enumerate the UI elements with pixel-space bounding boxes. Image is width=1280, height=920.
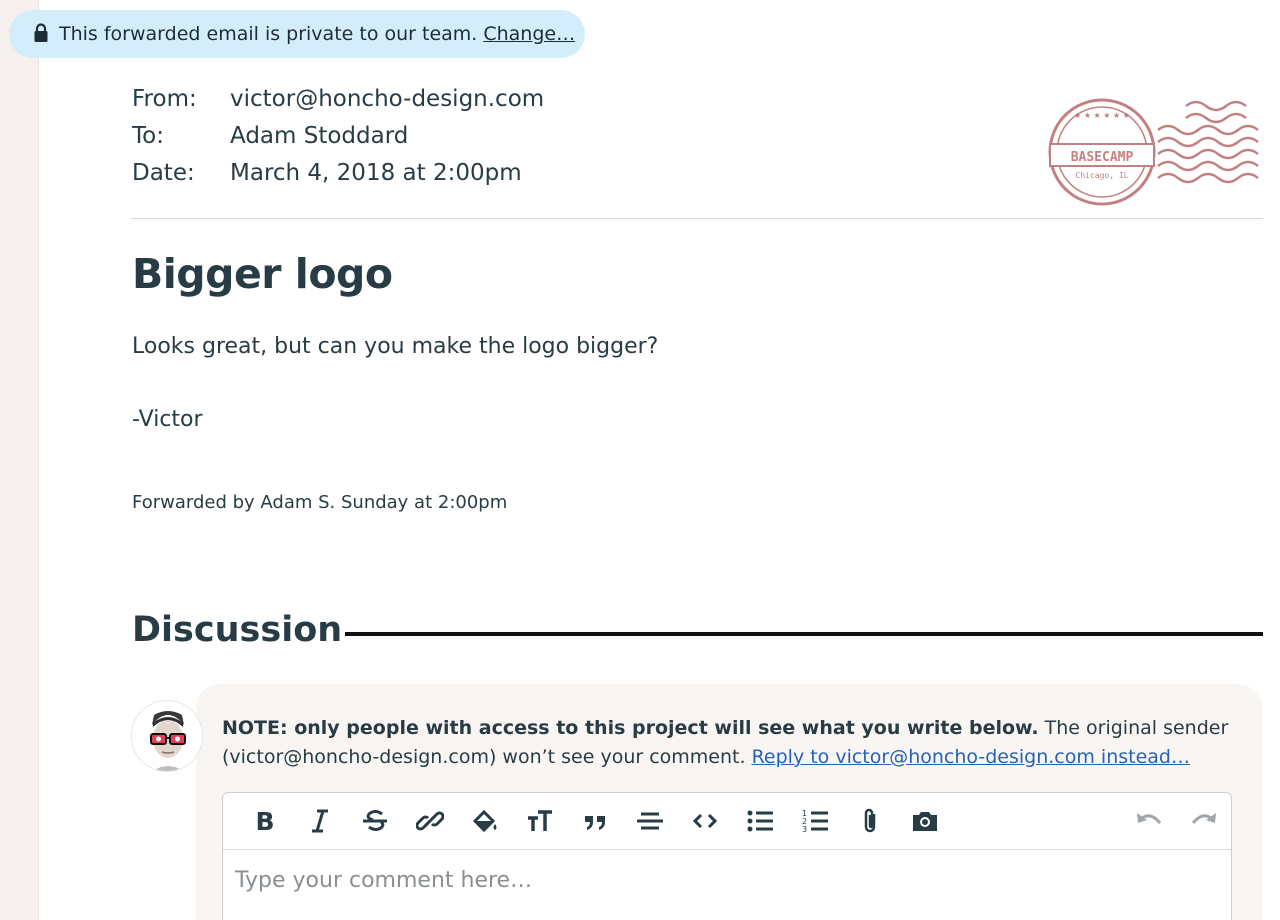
date-row: Date: March 4, 2018 at 2:00pm xyxy=(132,154,544,191)
italic-button[interactable] xyxy=(292,801,347,841)
stamp-city: Chicago, IL xyxy=(1076,171,1129,180)
to-row: To: Adam Stoddard xyxy=(132,117,544,154)
message-title: Bigger logo xyxy=(132,250,393,298)
lock-icon xyxy=(34,23,48,42)
comment-editor: B 123 xyxy=(222,792,1232,920)
quote-icon xyxy=(584,816,605,830)
message-body: Looks great, but can you make the logo b… xyxy=(132,334,659,359)
redo-button[interactable] xyxy=(1176,801,1231,841)
link-button[interactable] xyxy=(402,801,457,841)
privacy-note: NOTE: only people with access to this pr… xyxy=(222,714,1232,772)
date-label: Date: xyxy=(132,159,195,186)
comment-input[interactable] xyxy=(223,850,1231,911)
avatar[interactable] xyxy=(131,700,203,772)
message-signature: -Victor xyxy=(132,407,203,432)
from-row: From: victor@honcho-design.com xyxy=(132,80,544,117)
code-icon xyxy=(692,813,717,829)
privacy-text: This forwarded email is private to our t… xyxy=(59,23,478,45)
discussion-heading: Discussion xyxy=(132,610,343,650)
text-size-icon xyxy=(527,810,552,831)
strikethrough-button[interactable] xyxy=(347,801,402,841)
divider-button[interactable] xyxy=(622,801,677,841)
divider-icon xyxy=(636,812,663,830)
link-icon xyxy=(415,811,444,831)
code-button[interactable] xyxy=(677,801,732,841)
paint-bucket-icon xyxy=(472,809,496,833)
svg-text:★ ★ ★ ★ ★ ★: ★ ★ ★ ★ ★ ★ xyxy=(1074,111,1130,120)
header-divider xyxy=(131,218,1263,219)
bulleted-list-icon xyxy=(747,810,773,832)
attach-file-button[interactable] xyxy=(842,801,897,841)
bulleted-list-button[interactable] xyxy=(732,801,787,841)
camera-icon xyxy=(912,812,937,831)
undo-button[interactable] xyxy=(1121,801,1176,841)
reply-to-sender-link[interactable]: Reply to victor@honcho-design.com instea… xyxy=(752,746,1190,768)
color-button[interactable] xyxy=(457,801,512,841)
to-value: Adam Stoddard xyxy=(230,122,409,149)
from-label: From: xyxy=(132,85,197,112)
user-avatar-icon xyxy=(132,701,202,771)
privacy-banner: This forwarded email is private to our t… xyxy=(9,10,585,58)
postmark-stamp-icon: ★ ★ ★ ★ ★ ★ BASECAMP Chicago, IL xyxy=(1048,98,1259,206)
bold-button[interactable]: B xyxy=(237,801,292,841)
undo-icon xyxy=(1136,813,1161,824)
to-label: To: xyxy=(132,122,164,149)
stamp-brand: BASECAMP xyxy=(1071,150,1134,165)
numbered-list-icon: 123 xyxy=(802,809,828,834)
insert-image-button[interactable] xyxy=(897,801,952,841)
svg-text:3: 3 xyxy=(802,825,807,834)
numbered-list-button[interactable]: 123 xyxy=(787,801,842,841)
discussion-divider xyxy=(345,632,1263,636)
forwarded-by: Forwarded by Adam S. Sunday at 2:00pm xyxy=(132,492,508,513)
email-headers: From: victor@honcho-design.com To: Adam … xyxy=(132,80,544,191)
heading-button[interactable] xyxy=(512,801,567,841)
quote-button[interactable] xyxy=(567,801,622,841)
redo-icon xyxy=(1191,813,1216,824)
change-privacy-link[interactable]: Change… xyxy=(483,23,575,45)
note-bold-text: NOTE: only people with access to this pr… xyxy=(222,717,1039,739)
attachment-icon xyxy=(864,808,875,833)
from-value: victor@honcho-design.com xyxy=(230,85,545,112)
strikethrough-icon xyxy=(362,810,387,831)
bold-icon: B xyxy=(255,807,274,835)
italic-icon xyxy=(311,809,328,833)
date-value: March 4, 2018 at 2:00pm xyxy=(230,159,522,186)
svg-text:B: B xyxy=(255,807,274,835)
editor-toolbar: B 123 xyxy=(223,793,1231,850)
